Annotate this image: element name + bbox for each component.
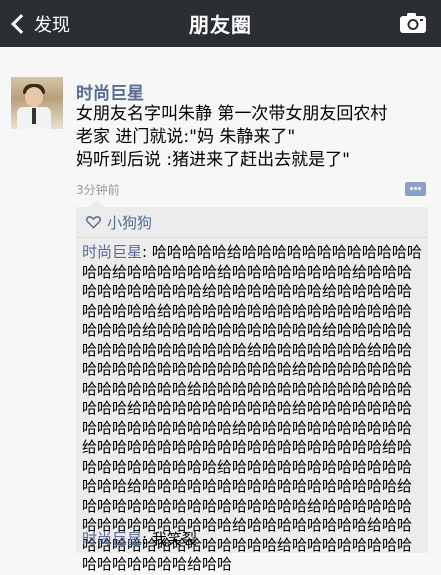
likes-row: 小狗狗 [76,207,428,238]
comment-text: 我笑裂 [151,530,197,548]
page-title: 朋友圈 [189,13,252,37]
comment-item: 时尚巨星: 哈哈哈哈哈给哈哈哈哈哈哈哈哈哈哈哈哈哈哈给哈哈哈哈哈哈给哈哈哈哈哈哈… [82,243,422,575]
post-text-line: 老家 进门就说:"妈 朱静来了" [76,127,296,147]
top-nav-bar: 发现 朋友圈 [0,0,441,47]
comment-author[interactable]: 时尚巨星 [82,243,142,261]
comment-author[interactable]: 时尚巨星 [82,530,142,548]
post-author-name[interactable]: 时尚巨星 [76,79,144,104]
comment-icon[interactable] [405,182,426,196]
avatar[interactable] [11,77,63,129]
liker-name[interactable]: 小狗狗 [107,212,152,233]
comment-item: 时尚巨星: 我笑裂 [82,529,197,549]
comment-separator: : [142,243,152,261]
post-text: 女朋友名字叫朱静 第一次带女朋友回农村 老家 进门就说:"妈 朱静来了" 妈听到… [76,103,431,172]
heart-icon [86,216,101,229]
post-timestamp: 3分钟前 [76,183,120,197]
interaction-panel: 小狗狗 时尚巨星: 哈哈哈哈哈给哈哈哈哈哈哈哈哈哈哈哈哈哈哈给哈哈哈哈哈哈给哈哈… [76,200,428,573]
comment-text: 哈哈哈哈哈给哈哈哈哈哈哈哈哈哈哈哈哈哈哈给哈哈哈哈哈哈给哈哈哈哈哈哈哈哈给哈哈哈… [82,243,422,573]
camera-icon[interactable] [399,12,427,34]
post-text-line: 妈听到后说 :猪进来了赶出去就是了" [76,150,350,170]
comment-separator: : [142,530,152,548]
post-text-line: 女朋友名字叫朱静 第一次带女朋友回农村 [76,104,388,124]
comment-list: 时尚巨星: 哈哈哈哈哈给哈哈哈哈哈哈哈哈哈哈哈哈哈哈给哈哈哈哈哈哈给哈哈哈哈哈哈… [82,243,422,575]
